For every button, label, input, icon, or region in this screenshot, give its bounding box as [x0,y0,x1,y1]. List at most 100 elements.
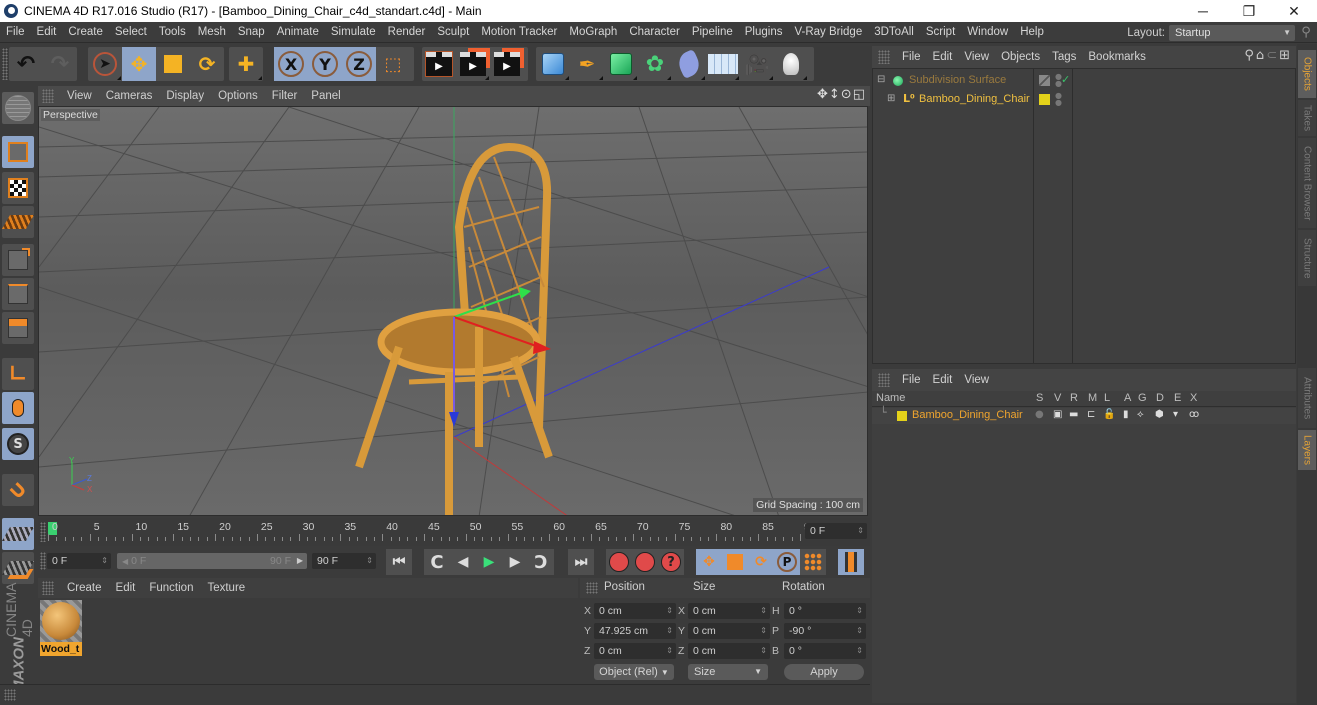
layer-column-x[interactable]: X [1190,392,1197,404]
menu-vray-bridge[interactable]: V-Ray Bridge [788,26,868,38]
position-y-field[interactable]: 47.925 cm ⇕ [594,623,676,639]
add-mograph-button[interactable]: ✿ [638,47,672,81]
menu-animate[interactable]: Animate [271,26,325,38]
expand-icon[interactable]: ⊞ [887,93,895,104]
layer-color-swatch[interactable] [897,411,907,421]
menu-3dtoall[interactable]: 3DToAll [868,26,920,38]
zoom-view-icon[interactable]: ↕ [829,87,841,102]
layout-dropdown[interactable]: Startup [1169,24,1295,41]
render-view-button[interactable]: ▶ [422,47,456,81]
rotation-b-field[interactable]: 0 ° ⇕ [784,643,866,659]
menu-edit[interactable]: Edit [31,26,63,38]
tab-objects[interactable]: Objects [1298,50,1316,98]
menu-window[interactable]: Window [961,26,1014,38]
object-name[interactable]: Subdivision Surface [909,74,1006,86]
layer-column-m[interactable]: M [1088,392,1097,404]
layer-column-name[interactable]: Name [876,392,905,404]
layer-column-d[interactable]: D [1156,392,1164,404]
size-z-field[interactable]: 0 cm ⇕ [688,643,770,659]
status-grip[interactable] [4,689,16,701]
menu-file[interactable]: File [0,26,31,38]
editor-visibility-icon[interactable] [1039,75,1050,86]
workplane-mode-button[interactable] [1,206,35,238]
collapse-icon[interactable]: ⊟ [877,74,885,85]
deformers-icon[interactable]: ⬢ [1155,409,1164,420]
object-menu-file[interactable]: File [896,51,927,63]
material-menu-edit[interactable]: Edit [109,582,143,594]
size-mode-dropdown[interactable]: Size ▼ [688,664,768,680]
camera-label[interactable]: Perspective [41,109,100,121]
apply-button[interactable]: Apply [784,664,864,680]
spinner-icon[interactable]: ⇕ [856,623,863,639]
expressions-icon[interactable]: ▾ [1173,409,1178,420]
viewport-grip[interactable] [42,89,54,103]
layer-menu-file[interactable]: File [896,374,927,386]
polygons-mode-button[interactable] [2,312,34,344]
coordinates-grip[interactable] [586,582,598,594]
timeline-ruler[interactable]: 051015202530354045505560657075808590 0 F… [38,518,870,546]
workplane-lock-button[interactable] [1,518,35,550]
viewport-menu-options[interactable]: Options [211,90,265,102]
tab-content-browser[interactable]: Content Browser [1298,138,1316,228]
autokey-button[interactable] [632,549,658,575]
menu-render[interactable]: Render [382,26,432,38]
layer-menu-view[interactable]: View [958,374,995,386]
menu-select[interactable]: Select [109,26,153,38]
object-menu-view[interactable]: View [958,51,995,63]
layer-color-swatch[interactable] [1039,94,1050,105]
spinner-icon[interactable]: ⇕ [760,603,767,619]
start-frame-field[interactable]: 0 F ⇕ [47,553,111,569]
key-scale-button[interactable] [722,549,748,575]
home-icon[interactable]: ⌂ [1256,48,1266,63]
spinner-icon[interactable]: ⇕ [856,603,863,619]
layer-column-e[interactable]: E [1174,392,1181,404]
close-button[interactable]: ✕ [1271,0,1317,22]
spinner-icon[interactable]: ⇕ [760,643,767,659]
spinner-icon[interactable]: ⇕ [666,623,673,639]
layer-manager-grip[interactable] [878,373,890,387]
maximize-button[interactable]: ❐ [1226,0,1272,22]
render-settings-button[interactable]: ▶ [490,47,524,81]
enabled-check-icon[interactable]: ✓ [1061,73,1070,86]
material-name[interactable]: Wood_t [40,642,82,656]
menu-help[interactable]: Help [1014,26,1050,38]
link-icon[interactable]: ⊂ [1266,48,1279,63]
search-icon[interactable]: ⚲ [1295,25,1317,40]
range-right-arrow-icon[interactable]: ▶ [297,553,303,569]
minimize-button[interactable]: ─ [1180,0,1226,22]
menu-create[interactable]: Create [62,26,109,38]
search-icon[interactable]: ⚲ [1244,48,1256,63]
layer-column-g[interactable]: G [1138,392,1147,404]
layer-name[interactable]: Bamboo_Dining_Chair [912,409,1023,421]
object-menu-tags[interactable]: Tags [1046,51,1082,63]
timeline-settings-button[interactable] [838,549,864,575]
layer-column-v[interactable]: V [1054,392,1061,404]
object-row-bamboo-dining-chair[interactable]: ⊞ L⁰ Bamboo_Dining_Chair ● ● [873,91,1295,109]
viewport-menu-view[interactable]: View [60,90,99,102]
menu-plugins[interactable]: Plugins [739,26,789,38]
object-menu-objects[interactable]: Objects [995,51,1046,63]
xref-icon[interactable]: ꝏ [1189,409,1199,420]
coordinate-system-button[interactable]: ⬚ [376,47,410,81]
workplane-sync-button[interactable] [1,552,35,584]
previous-frame-button[interactable]: ◀ [450,549,476,575]
rotation-h-field[interactable]: 0 ° ⇕ [784,603,866,619]
viewport-menu-cameras[interactable]: Cameras [99,90,160,102]
viewport-menu-display[interactable]: Display [159,90,211,102]
visible-icon[interactable]: ▣ [1053,409,1062,420]
toolbar-grip[interactable] [2,48,8,80]
spinner-icon[interactable]: ⇕ [666,643,673,659]
pan-view-icon[interactable]: ✥ [817,87,829,102]
end-frame-field[interactable]: 90 F ⇕ [312,553,376,569]
object-mode-button[interactable] [2,136,34,168]
lock-icon[interactable]: 🔓 [1103,409,1115,420]
material-menu-create[interactable]: Create [60,582,109,594]
axis-mode-button[interactable]: ∟ [2,358,34,390]
menu-tools[interactable]: Tools [153,26,192,38]
object-menu-edit[interactable]: Edit [927,51,959,63]
menu-script[interactable]: Script [920,26,961,38]
layer-column-l[interactable]: L [1104,392,1110,404]
layer-column-s[interactable]: S [1036,392,1043,404]
z-axis-lock-button[interactable]: Z [342,47,376,81]
rotate-tool-button[interactable]: ⟳ [190,47,224,81]
